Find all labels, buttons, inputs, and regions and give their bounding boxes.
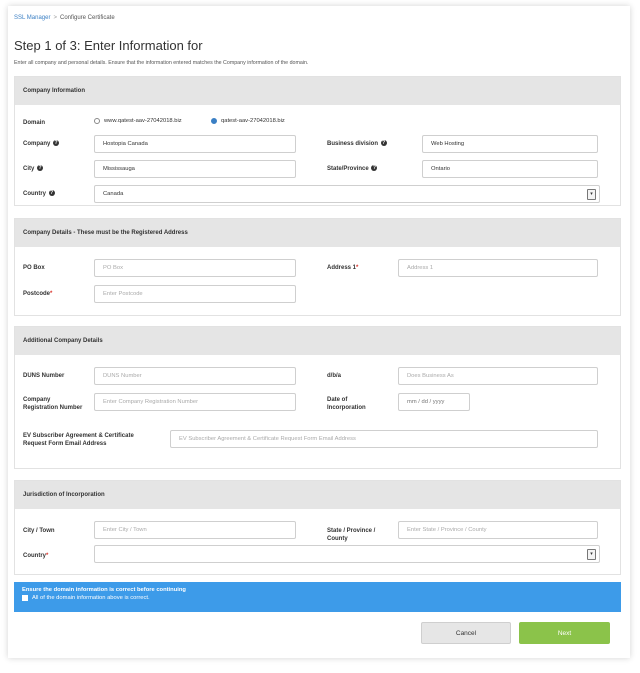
page-title: Step 1 of 3: Enter Information for <box>14 38 203 53</box>
confirm-domain-label: All of the domain information above is c… <box>32 595 150 601</box>
info-icon[interactable]: ? <box>380 140 387 147</box>
select-arrow-icon[interactable]: ▾ <box>587 549 596 560</box>
city-input[interactable]: Mississauga <box>94 160 296 178</box>
company-input[interactable]: Hostopia Canada <box>94 135 296 153</box>
po-box-input[interactable]: PO Box <box>94 259 296 277</box>
additional-details-section: Additional Company Details DUNS Number D… <box>14 326 621 469</box>
section-header: Company Details - These must be the Regi… <box>15 219 620 247</box>
state-province-label: State/Province ? <box>327 165 378 172</box>
info-icon[interactable]: ? <box>371 165 378 172</box>
radio-selected-icon <box>211 118 217 124</box>
address1-input[interactable]: Address 1 <box>398 259 598 277</box>
breadcrumb: SSL Manager > Configure Certificate <box>14 15 115 21</box>
breadcrumb-separator: > <box>53 15 57 21</box>
next-button[interactable]: Next <box>519 622 610 644</box>
duns-input[interactable]: DUNS Number <box>94 367 296 385</box>
company-information-section: Company Information Domain www.qatest-aa… <box>14 76 621 206</box>
country-select-value: Canada <box>103 191 124 197</box>
address1-label: Address 1* <box>327 265 359 271</box>
jurisdiction-country-label: Country* <box>23 553 49 559</box>
breadcrumb-current: Configure Certificate <box>59 15 115 21</box>
radio-unselected-icon <box>94 118 100 124</box>
breadcrumb-ssl-manager-link[interactable]: SSL Manager <box>14 15 50 21</box>
company-label: Company ? <box>23 140 60 147</box>
ev-email-input[interactable]: EV Subscriber Agreement & Certificate Re… <box>170 430 598 448</box>
cancel-button[interactable]: Cancel <box>421 622 511 644</box>
postcode-label: Postcode* <box>23 291 53 297</box>
registration-number-input[interactable]: Enter Company Registration Number <box>94 393 296 411</box>
domain-confirmation-banner: Ensure the domain information is correct… <box>14 582 621 612</box>
domain-radio-root[interactable]: qatest-aav-27042018.biz <box>211 118 285 124</box>
confirm-domain-checkbox[interactable] <box>22 595 28 601</box>
domain-option-label: www.qatest-aav-27042018.biz <box>104 118 182 124</box>
jurisdiction-city-input[interactable]: Enter City / Town <box>94 521 296 539</box>
incorporation-date-input[interactable]: mm / dd / yyyy <box>398 393 470 411</box>
info-icon[interactable]: ? <box>37 165 44 172</box>
registration-number-label: Company Registration Number <box>23 397 83 411</box>
po-box-label: PO Box <box>23 265 45 271</box>
domain-radio-www[interactable]: www.qatest-aav-27042018.biz <box>94 118 182 124</box>
section-header: Additional Company Details <box>15 327 620 355</box>
city-label: City ? <box>23 165 44 172</box>
info-icon[interactable]: ? <box>53 140 60 147</box>
jurisdiction-state-input[interactable]: Enter State / Province / County <box>398 521 598 539</box>
incorporation-date-label: Date of Incorporation <box>327 397 366 411</box>
select-arrow-icon[interactable]: ▾ <box>587 189 596 200</box>
duns-label: DUNS Number <box>23 373 65 379</box>
jurisdiction-state-label: State / Province / County <box>327 528 376 542</box>
business-division-label: Business division ? <box>327 140 387 147</box>
ev-email-label: EV Subscriber Agreement & Certificate Re… <box>23 433 134 447</box>
dba-label: d/b/a <box>327 373 342 379</box>
domain-label: Domain <box>23 120 46 126</box>
country-label: Country ? <box>23 190 55 197</box>
business-division-input[interactable]: Web Hosting <box>422 135 598 153</box>
domain-option-label: qatest-aav-27042018.biz <box>221 118 285 124</box>
banner-title: Ensure the domain information is correct… <box>22 587 186 593</box>
info-icon[interactable]: ? <box>48 190 55 197</box>
dba-input[interactable]: Does Business As <box>398 367 598 385</box>
postcode-input[interactable]: Enter Postcode <box>94 285 296 303</box>
jurisdiction-country-select[interactable]: ▾ <box>94 545 600 563</box>
section-header: Company Information <box>15 77 620 105</box>
country-select[interactable]: Canada ▾ <box>94 185 600 203</box>
section-header: Jurisdiction of Incorporation <box>15 481 620 509</box>
confirm-domain-checkbox-row[interactable]: All of the domain information above is c… <box>22 595 613 601</box>
page-subtitle: Enter all company and personal details. … <box>14 60 309 66</box>
company-details-section: Company Details - These must be the Regi… <box>14 218 621 316</box>
jurisdiction-city-label: City / Town <box>23 528 55 534</box>
jurisdiction-section: Jurisdiction of Incorporation City / Tow… <box>14 480 621 575</box>
state-province-input[interactable]: Ontario <box>422 160 598 178</box>
configure-certificate-page: SSL Manager > Configure Certificate Step 1… <box>8 6 630 658</box>
